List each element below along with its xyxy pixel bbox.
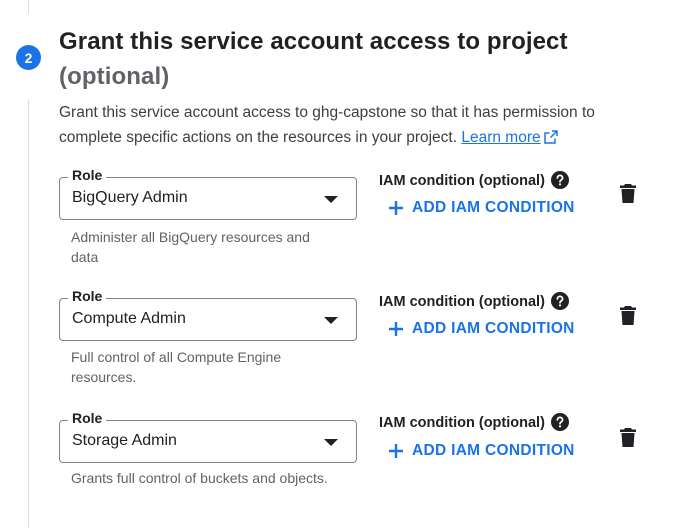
iam-condition-label: IAM condition (optional) [379,294,545,310]
dropdown-arrow-icon [324,439,338,446]
help-icon[interactable] [551,292,569,310]
role-help-text: Grants full control of buckets and objec… [71,470,328,486]
delete-role-icon[interactable] [620,428,636,447]
plus-icon [389,444,403,458]
plus-icon [389,201,403,215]
iam-condition-label: IAM condition (optional) [379,415,545,431]
plus-icon [389,322,403,336]
iam-condition-label: IAM condition (optional) [379,173,545,189]
step-number-badge: 2 [16,45,41,70]
add-iam-condition-label: ADD IAM CONDITION [412,442,575,459]
role-select-storage-admin[interactable]: Role Storage Admin [59,410,357,463]
role-field-label: Role [68,410,107,426]
role-select-compute-admin[interactable]: Role Compute Admin [59,288,357,341]
help-icon[interactable] [551,171,569,189]
step-title-optional: (optional) [59,63,170,90]
role-selected-value: Compute Admin [72,310,186,327]
stepper-line-top [28,0,29,14]
step-title: Grant this service account access to pro… [59,24,659,94]
learn-more-label: Learn more [461,129,541,146]
add-iam-condition-label: ADD IAM CONDITION [412,199,575,216]
delete-role-icon[interactable] [620,306,636,325]
role-field-label: Role [68,167,107,183]
dropdown-arrow-icon [324,196,338,203]
role-field-label: Role [68,288,107,304]
learn-more-link[interactable]: Learn more [461,129,558,146]
add-iam-condition-button[interactable]: ADD IAM CONDITION [388,317,575,341]
role-help-text: Full control of all Compute Engine resou… [71,349,282,385]
role-selected-value: BigQuery Admin [72,189,188,206]
add-iam-condition-label: ADD IAM CONDITION [412,320,575,337]
delete-role-icon[interactable] [620,184,636,203]
dropdown-arrow-icon [324,317,338,324]
role-select-bigquery-admin[interactable]: Role BigQuery Admin [59,167,357,220]
add-iam-condition-button[interactable]: ADD IAM CONDITION [388,439,575,463]
role-selected-value: Storage Admin [72,432,177,449]
stepper-line [28,100,29,528]
role-help-text: Administer all BigQuery resources and da… [71,229,310,265]
step-title-text: Grant this service account access to pro… [59,28,568,55]
external-link-icon [543,130,558,144]
add-iam-condition-button[interactable]: ADD IAM CONDITION [388,196,575,220]
help-icon[interactable] [551,413,569,431]
step-description: Grant this service account access to ghg… [59,100,659,150]
